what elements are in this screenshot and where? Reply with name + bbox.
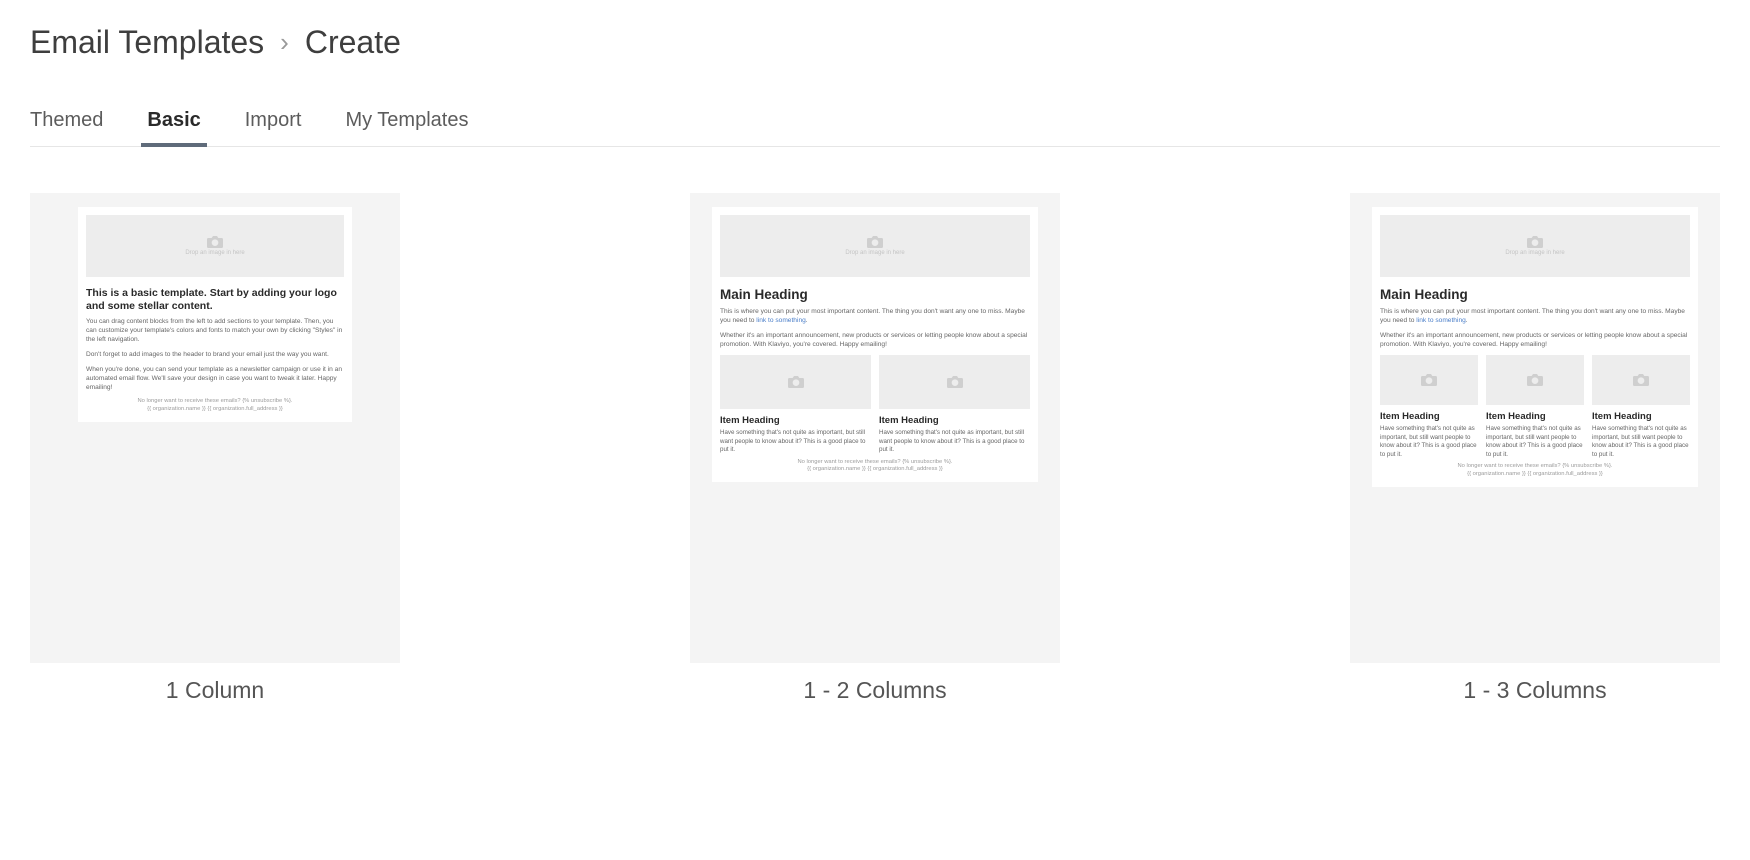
item-heading: Item Heading [1380, 411, 1478, 422]
item-heading: Item Heading [720, 415, 871, 426]
tab-import[interactable]: Import [245, 109, 302, 146]
placeholder-text: Drop an image in here [185, 250, 244, 256]
breadcrumb-current: Create [305, 24, 401, 61]
thumbnail-paragraph: When you're done, you can send your temp… [86, 366, 344, 393]
thumbnail-footer: No longer want to receive these emails? … [86, 398, 344, 414]
thumbnail-column: Item Heading Have something that's not q… [879, 355, 1030, 454]
image-placeholder [720, 355, 871, 409]
camera-icon [867, 236, 883, 248]
item-body: Have something that's not quite as impor… [1592, 425, 1690, 458]
item-body: Have something that's not quite as impor… [720, 429, 871, 454]
camera-icon [1633, 374, 1649, 386]
template-thumbnail: Drop an image in here This is a basic te… [78, 207, 352, 422]
thumbnail-footer: No longer want to receive these emails? … [1380, 463, 1690, 479]
image-placeholder [1592, 355, 1690, 405]
image-placeholder [1380, 355, 1478, 405]
thumbnail-footer: No longer want to receive these emails? … [720, 459, 1030, 475]
camera-icon [947, 376, 963, 388]
tab-themed[interactable]: Themed [30, 109, 103, 146]
breadcrumb-root[interactable]: Email Templates [30, 24, 264, 61]
template-thumbnail: Drop an image in here Main Heading This … [712, 207, 1038, 482]
item-body: Have something that's not quite as impor… [879, 429, 1030, 454]
thumbnail-paragraph: Don't forget to add images to the header… [86, 351, 344, 360]
template-label: 1 Column [30, 677, 400, 704]
item-body: Have something that's not quite as impor… [1380, 425, 1478, 458]
tab-bar: Themed Basic Import My Templates [30, 109, 1720, 147]
template-card-1-column[interactable]: Drop an image in here This is a basic te… [30, 193, 400, 704]
camera-icon [1527, 236, 1543, 248]
thumbnail-main-heading: Main Heading [1380, 287, 1690, 304]
image-placeholder [1486, 355, 1584, 405]
item-heading: Item Heading [1592, 411, 1690, 422]
placeholder-text: Drop an image in here [1505, 250, 1564, 256]
template-label: 1 - 2 Columns [690, 677, 1060, 704]
item-heading: Item Heading [1486, 411, 1584, 422]
template-card-1-2-columns[interactable]: Drop an image in here Main Heading This … [690, 193, 1060, 704]
thumbnail-column: Item Heading Have something that's not q… [1380, 355, 1478, 458]
template-label: 1 - 3 Columns [1350, 677, 1720, 704]
thumbnail-intro: This is where you can put your most impo… [1380, 308, 1690, 326]
breadcrumb: Email Templates › Create [30, 24, 1720, 61]
thumbnail-link: link to something [1416, 317, 1465, 324]
thumbnail-column: Item Heading Have something that's not q… [1592, 355, 1690, 458]
thumbnail-headline: This is a basic template. Start by addin… [86, 287, 344, 313]
tab-basic[interactable]: Basic [147, 109, 200, 146]
thumbnail-intro: This is where you can put your most impo… [720, 308, 1030, 326]
thumbnail-column: Item Heading Have something that's not q… [720, 355, 871, 454]
thumbnail-column: Item Heading Have something that's not q… [1486, 355, 1584, 458]
item-body: Have something that's not quite as impor… [1486, 425, 1584, 458]
placeholder-text: Drop an image in here [845, 250, 904, 256]
thumbnail-paragraph: Whether it's an important announcement, … [720, 332, 1030, 350]
camera-icon [788, 376, 804, 388]
tab-my-templates[interactable]: My Templates [345, 109, 468, 146]
thumbnail-main-heading: Main Heading [720, 287, 1030, 304]
camera-icon [207, 236, 223, 248]
thumbnail-paragraph: Whether it's an important announcement, … [1380, 332, 1690, 350]
chevron-right-icon: › [280, 27, 289, 58]
image-placeholder: Drop an image in here [720, 215, 1030, 277]
image-placeholder [879, 355, 1030, 409]
camera-icon [1421, 374, 1437, 386]
thumbnail-link: link to something [756, 317, 805, 324]
template-thumbnail: Drop an image in here Main Heading This … [1372, 207, 1698, 487]
image-placeholder: Drop an image in here [86, 215, 344, 277]
template-card-1-3-columns[interactable]: Drop an image in here Main Heading This … [1350, 193, 1720, 704]
thumbnail-paragraph: You can drag content blocks from the lef… [86, 318, 344, 345]
image-placeholder: Drop an image in here [1380, 215, 1690, 277]
camera-icon [1527, 374, 1543, 386]
item-heading: Item Heading [879, 415, 1030, 426]
template-grid: Drop an image in here This is a basic te… [30, 193, 1720, 704]
